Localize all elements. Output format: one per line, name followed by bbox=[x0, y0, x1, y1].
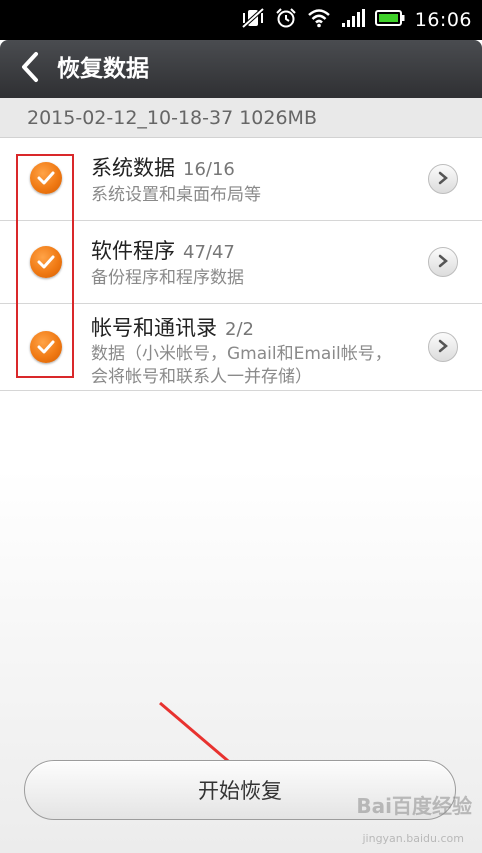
battery-icon bbox=[374, 9, 405, 31]
title-bar: 恢复数据 bbox=[0, 40, 482, 98]
chevron-right-icon bbox=[437, 170, 449, 189]
chevron-right-icon bbox=[437, 253, 449, 272]
item-description: 备份程序和程序数据 bbox=[91, 268, 244, 288]
alarm-icon bbox=[275, 7, 297, 33]
status-bar: 16:06 bbox=[0, 0, 482, 40]
detail-chevron-button[interactable] bbox=[428, 247, 458, 277]
chevron-right-icon bbox=[437, 338, 449, 357]
item-count: 2/2 bbox=[225, 319, 254, 340]
watermark-url: jingyan.baidu.com bbox=[362, 832, 464, 845]
detail-chevron-button[interactable] bbox=[428, 164, 458, 194]
item-title: 系统数据 16/16 bbox=[91, 156, 235, 180]
backup-info-bar: 2015-02-12_10-18-37 1026MB bbox=[0, 98, 482, 138]
watermark-logo: Bai百度经验 bbox=[356, 794, 472, 818]
item-description: 系统设置和桌面布局等 bbox=[91, 185, 261, 205]
clock-time: 16:06 bbox=[414, 9, 472, 31]
wifi-icon bbox=[307, 8, 331, 32]
chevron-left-icon bbox=[19, 51, 41, 87]
mute-vibrate-icon bbox=[241, 7, 265, 33]
item-title: 帐号和通讯录 2/2 bbox=[91, 316, 254, 340]
page-title: 恢复数据 bbox=[57, 56, 149, 82]
item-description: 数据（小米帐号，Gmail和Email帐号，会将帐号和联系人一并存储） bbox=[91, 344, 392, 387]
back-button[interactable] bbox=[10, 48, 50, 90]
signal-icon bbox=[341, 8, 365, 32]
backup-info-text: 2015-02-12_10-18-37 1026MB bbox=[27, 107, 317, 129]
detail-chevron-button[interactable] bbox=[428, 332, 458, 362]
item-title: 软件程序 47/47 bbox=[91, 239, 235, 263]
annotation-highlight-box bbox=[16, 154, 74, 378]
item-count: 47/47 bbox=[183, 242, 235, 263]
item-count: 16/16 bbox=[183, 159, 235, 180]
